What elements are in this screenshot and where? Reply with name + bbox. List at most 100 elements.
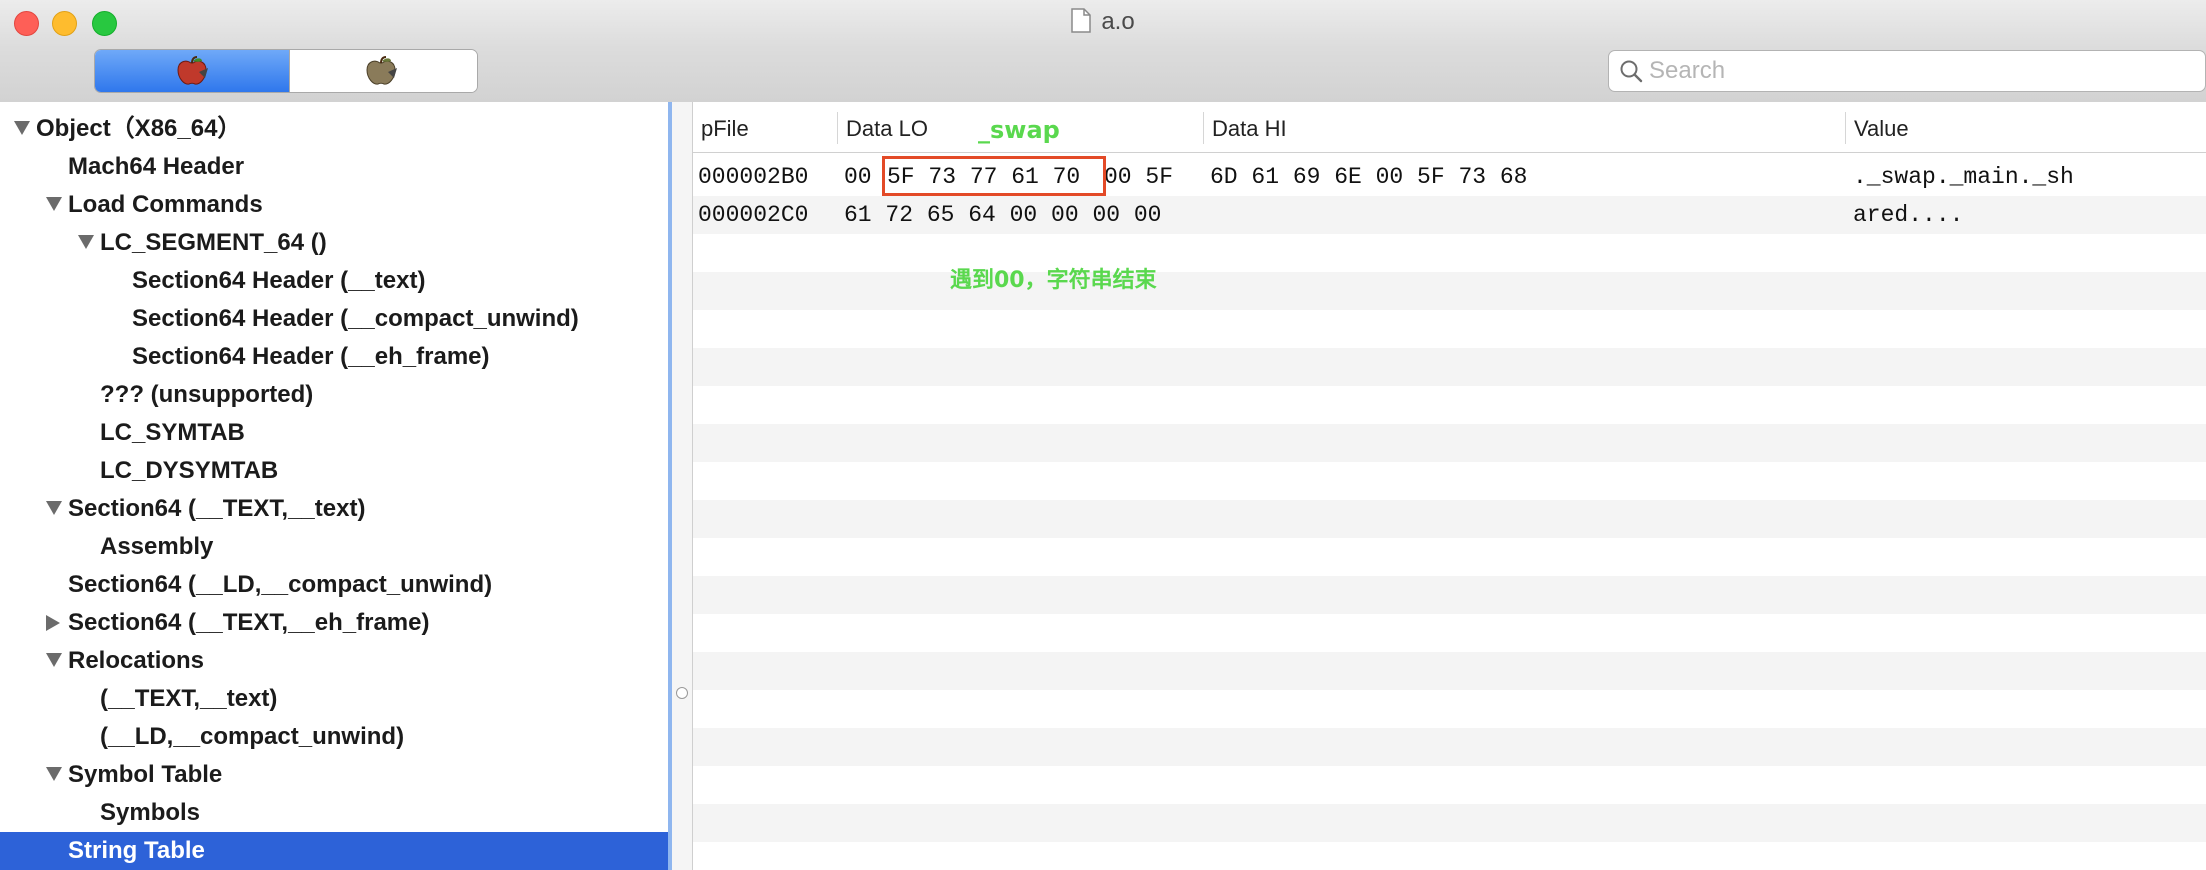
disclosure-collapsed-icon[interactable] bbox=[46, 615, 60, 631]
table-header: pFile Data LO Data HI Value bbox=[693, 102, 2206, 153]
sidebar-item-label: (__LD,__compact_unwind) bbox=[100, 723, 405, 750]
sidebar-item-label: LC_SEGMENT_64 () bbox=[100, 229, 327, 256]
table-row[interactable] bbox=[693, 728, 2206, 766]
view-mode-segment-raw[interactable] bbox=[95, 50, 289, 92]
disclosure-expanded-icon[interactable] bbox=[46, 197, 62, 211]
table-row[interactable] bbox=[693, 576, 2206, 614]
sidebar-item-label: Symbol Table bbox=[68, 761, 223, 788]
view-mode-segment-rvas[interactable] bbox=[289, 50, 477, 92]
sidebar-item-label: String Table bbox=[68, 837, 205, 864]
sidebar-item[interactable]: Section64 Header (__eh_frame) bbox=[0, 338, 668, 376]
apple-red-icon bbox=[177, 56, 208, 85]
sidebar-item-label: LC_SYMTAB bbox=[100, 419, 245, 446]
split-view-divider[interactable] bbox=[672, 102, 693, 870]
sidebar-item-label: Mach64 Header bbox=[68, 153, 245, 180]
sidebar-tree: Object（X86_64） Mach64 Header Load Commands… bbox=[0, 102, 672, 870]
column-divider bbox=[837, 112, 838, 144]
disclosure-expanded-icon[interactable] bbox=[46, 653, 62, 667]
highlight-box bbox=[882, 156, 1106, 196]
sidebar-item[interactable]: Section64 (__TEXT,__eh_frame) bbox=[0, 604, 668, 642]
search-input[interactable] bbox=[1647, 53, 2191, 89]
annotation-note: 遇到00，字符串结束 bbox=[950, 268, 1157, 293]
cell-value: ared.... bbox=[1853, 202, 1964, 228]
disclosure-expanded-icon[interactable] bbox=[14, 121, 30, 135]
column-header-data-hi[interactable]: Data HI bbox=[1212, 115, 1287, 143]
table-row[interactable] bbox=[693, 272, 2206, 310]
sidebar-item-label: (__TEXT,__text) bbox=[100, 685, 278, 712]
sidebar-item[interactable]: String Table bbox=[0, 832, 668, 870]
table-row[interactable] bbox=[693, 538, 2206, 576]
table-row[interactable] bbox=[693, 348, 2206, 386]
sidebar-item-label: Section64 Header (__text) bbox=[132, 267, 426, 294]
divider-handle-icon[interactable] bbox=[676, 687, 688, 699]
sidebar-item-label: Section64 (__TEXT,__eh_frame) bbox=[68, 609, 430, 636]
sidebar-item[interactable]: LC_SYMTAB bbox=[0, 414, 668, 452]
sidebar-item[interactable]: Assembly bbox=[0, 528, 668, 566]
table-row[interactable] bbox=[693, 424, 2206, 462]
column-header-value[interactable]: Value bbox=[1854, 115, 1909, 143]
sidebar-item[interactable]: LC_SEGMENT_64 () bbox=[0, 224, 668, 262]
cell-data-lo: 61 72 65 64 00 00 00 00 bbox=[844, 202, 1162, 228]
sidebar-item-label: Symbols bbox=[100, 799, 201, 826]
column-divider bbox=[1845, 112, 1846, 144]
search-icon bbox=[1620, 60, 1643, 83]
table-row[interactable] bbox=[693, 500, 2206, 538]
table-row[interactable]: 000002C0 61 72 65 64 00 00 00 00 ared.... bbox=[693, 196, 2206, 234]
sidebar-item-label: Section64 Header (__eh_frame) bbox=[132, 343, 490, 370]
table-row[interactable] bbox=[693, 766, 2206, 804]
data-table: pFile Data LO Data HI Value 000002B0 00 5F… bbox=[693, 102, 2206, 870]
annotation-swap: _swap bbox=[978, 116, 1060, 144]
sidebar-item[interactable]: ??? (unsupported) bbox=[0, 376, 668, 414]
cell-data-lo-tail: 00 5F bbox=[1104, 164, 1174, 190]
cell-value: ._swap._main._sh bbox=[1853, 164, 2074, 190]
sidebar-item[interactable]: Object（X86_64） bbox=[0, 110, 668, 148]
column-divider bbox=[1203, 112, 1204, 144]
sidebar-item[interactable]: (__TEXT,__text) bbox=[0, 680, 668, 718]
sidebar-item[interactable]: Mach64 Header bbox=[0, 148, 668, 186]
sidebar-item-label: LC_DYSYMTAB bbox=[100, 457, 279, 484]
table-row[interactable] bbox=[693, 234, 2206, 272]
apple-gray-icon bbox=[366, 56, 397, 85]
sidebar-item[interactable]: (__LD,__compact_unwind) bbox=[0, 718, 668, 756]
table-row[interactable] bbox=[693, 310, 2206, 348]
table-row[interactable] bbox=[693, 652, 2206, 690]
sidebar-item-label: Section64 (__LD,__compact_unwind) bbox=[68, 571, 493, 598]
cell-data-lo: 00 bbox=[844, 164, 872, 190]
view-mode-segmented-control[interactable] bbox=[94, 49, 478, 93]
sidebar-item-label: Section64 Header (__compact_unwind) bbox=[132, 305, 579, 332]
sidebar-item-label: Assembly bbox=[100, 533, 214, 560]
cell-pfile: 000002B0 bbox=[698, 164, 809, 190]
disclosure-expanded-icon[interactable] bbox=[78, 235, 94, 249]
sidebar-item[interactable]: Symbol Table bbox=[0, 756, 668, 794]
table-row[interactable] bbox=[693, 614, 2206, 652]
sidebar-item[interactable]: Section64 (__TEXT,__text) bbox=[0, 490, 668, 528]
cell-data-hi: 6D 61 69 6E 00 5F 73 68 bbox=[1210, 164, 1528, 190]
search-field[interactable] bbox=[1608, 50, 2206, 92]
cell-pfile: 000002C0 bbox=[698, 202, 809, 228]
table-row[interactable] bbox=[693, 462, 2206, 500]
disclosure-expanded-icon[interactable] bbox=[46, 767, 62, 781]
disclosure-expanded-icon[interactable] bbox=[46, 501, 62, 515]
sidebar-item[interactable]: Load Commands bbox=[0, 186, 668, 224]
window-title: a.o bbox=[0, 8, 2206, 36]
table-row[interactable] bbox=[693, 386, 2206, 424]
sidebar-item-label: ??? (unsupported) bbox=[100, 381, 314, 408]
column-header-data-lo[interactable]: Data LO bbox=[846, 115, 928, 143]
document-icon bbox=[1071, 8, 1092, 33]
sidebar-item[interactable]: Section64 Header (__text) bbox=[0, 262, 668, 300]
sidebar-item[interactable]: Relocations bbox=[0, 642, 668, 680]
sidebar-item[interactable]: LC_DYSYMTAB bbox=[0, 452, 668, 490]
sidebar-item-label: Object（X86_64） bbox=[36, 115, 242, 142]
sidebar-item[interactable]: Section64 Header (__compact_unwind) bbox=[0, 300, 668, 338]
table-row[interactable] bbox=[693, 690, 2206, 728]
title-bar: a.o bbox=[0, 0, 2206, 48]
sidebar-item[interactable]: Symbols bbox=[0, 794, 668, 832]
toolbar bbox=[0, 48, 2206, 103]
sidebar-item-label: Load Commands bbox=[68, 191, 263, 218]
window-title-text: a.o bbox=[1101, 8, 1135, 35]
sidebar-item-label: Section64 (__TEXT,__text) bbox=[68, 495, 366, 522]
table-row[interactable] bbox=[693, 842, 2206, 870]
table-row[interactable] bbox=[693, 804, 2206, 842]
column-header-pfile[interactable]: pFile bbox=[701, 115, 749, 143]
sidebar-item[interactable]: Section64 (__LD,__compact_unwind) bbox=[0, 566, 668, 604]
